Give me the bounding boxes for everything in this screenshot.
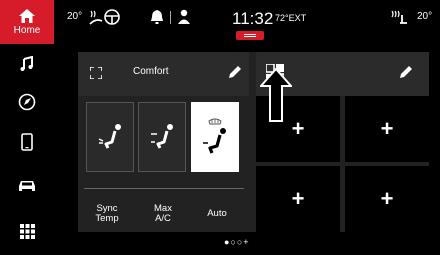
add-tile-3-button[interactable]: + (256, 166, 340, 232)
car-icon (19, 181, 35, 191)
home-main-area: Comfort Sync Temp Max A/C Auto + + + + ●… (66, 40, 440, 255)
add-tile-2-label: + (380, 116, 394, 141)
compass-icon (18, 93, 36, 111)
status-divider (170, 11, 171, 24)
seat-airflow-defrost-icon (203, 118, 226, 154)
auto-label: Auto (207, 208, 227, 219)
airflow-feet-button[interactable] (86, 102, 134, 172)
user-profile-icon[interactable] (178, 9, 190, 24)
passenger-temp[interactable]: 20° (417, 11, 432, 22)
expand-icon[interactable] (90, 67, 102, 79)
tiles-edit-pencil-icon[interactable] (399, 65, 413, 79)
bell-icon[interactable] (150, 9, 164, 25)
add-tile-2-button[interactable]: + (345, 96, 429, 162)
nav-vehicle-button[interactable] (0, 168, 54, 204)
max-ac-label: Max A/C (154, 203, 172, 224)
nav-home-button[interactable]: Home (0, 0, 54, 44)
phone-icon (21, 133, 33, 151)
add-tile-4-label: + (380, 186, 394, 211)
pull-down-tab[interactable] (236, 31, 264, 40)
add-tile-3-label: + (291, 186, 305, 211)
max-ac-button[interactable]: Max A/C (146, 204, 180, 224)
edit-pencil-icon[interactable] (228, 65, 242, 79)
home-icon (19, 9, 35, 23)
airflow-face-feet-button[interactable] (138, 102, 186, 172)
climate-widget-header: Comfort (78, 52, 249, 96)
climate-divider (84, 188, 244, 189)
nav-home-label: Home (13, 25, 41, 36)
pull-down-arrow-icon (260, 68, 292, 122)
auto-button[interactable]: Auto (202, 209, 232, 219)
steering-wheel-icon[interactable] (103, 8, 121, 26)
seat-airflow-face-feet-icon (151, 124, 173, 149)
add-tile-4-button[interactable]: + (345, 166, 429, 232)
nav-media-button[interactable] (0, 46, 54, 82)
nav-phone-button[interactable] (0, 124, 54, 160)
sync-temp-label: Sync Temp (95, 203, 119, 224)
seat-airflow-feet-icon (98, 124, 121, 149)
exterior-temp: 72°EXT (275, 13, 307, 23)
add-tile-1-label: + (291, 116, 305, 141)
nav-navigation-button[interactable] (0, 84, 54, 120)
page-indicator[interactable]: ●○○+ (224, 237, 250, 247)
clock: 11:32 (232, 9, 274, 28)
climate-preset-label: Comfort (133, 66, 169, 77)
widget-panel: Comfort Sync Temp Max A/C Auto + + + + (78, 52, 429, 232)
music-icon (20, 56, 33, 71)
nav-apps-button[interactable] (0, 212, 54, 250)
status-bar: 20° 11:32 72°EXT 20° (54, 0, 440, 40)
heated-steering-icon[interactable] (88, 9, 104, 25)
airflow-defrost-button[interactable] (191, 102, 239, 172)
heated-seat-icon[interactable] (390, 9, 408, 25)
sync-temp-button[interactable]: Sync Temp (92, 204, 128, 224)
driver-temp[interactable]: 20° (67, 11, 82, 22)
apps-grid-icon (19, 223, 35, 239)
